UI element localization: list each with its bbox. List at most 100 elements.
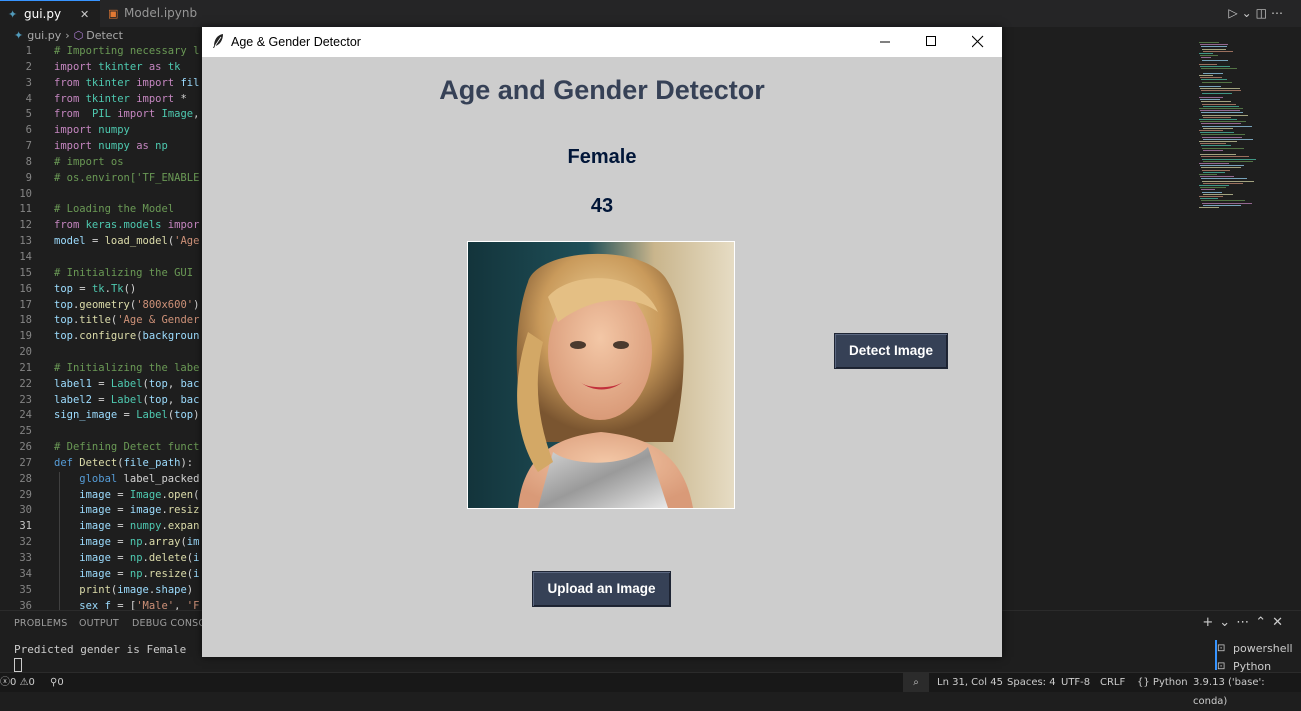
error-count: 0: [10, 677, 17, 688]
close-button[interactable]: [956, 27, 1002, 57]
code-line[interactable]: 23 label2 = Label(top, bac: [0, 393, 202, 409]
code-line[interactable]: 36 sex_f = ['Male', 'F: [0, 599, 202, 610]
ports-status[interactable]: ⚲0: [50, 673, 64, 692]
minimap[interactable]: [1195, 42, 1301, 212]
minimize-icon: [880, 41, 890, 43]
code-text: top = tk.Tk(): [54, 282, 137, 295]
terminal-list: ⊡ powershell ⊡ Python: [1215, 640, 1301, 676]
code-text: from PIL import Image,: [54, 108, 200, 121]
code-line[interactable]: 27 def Detect(file_path):: [0, 456, 202, 472]
indentation[interactable]: Spaces: 4: [1007, 673, 1056, 692]
tab-output[interactable]: OUTPUT: [79, 618, 119, 629]
line-number: 13: [19, 235, 32, 248]
code-line[interactable]: 24 sign_image = Label(top): [0, 408, 202, 424]
chevron-down-icon[interactable]: ⌄: [1242, 6, 1256, 20]
code-line[interactable]: 10: [0, 187, 202, 203]
window-titlebar[interactable]: Age & Gender Detector: [202, 27, 1002, 57]
code-line[interactable]: 29 image = Image.open(: [0, 488, 202, 504]
line-number: 25: [19, 425, 32, 438]
function-symbol-icon: ⬡: [73, 29, 84, 42]
warning-count: 0: [28, 677, 35, 688]
maximize-panel-icon[interactable]: ⌃: [1255, 615, 1272, 630]
line-number: 32: [19, 536, 32, 549]
line-number: 30: [19, 504, 32, 517]
code-line[interactable]: 12 from keras.models impor: [0, 218, 202, 234]
terminal-item-powershell[interactable]: ⊡ powershell: [1215, 640, 1301, 658]
code-line[interactable]: 15 # Initializing the GUI: [0, 266, 202, 282]
feather-icon: [213, 34, 223, 48]
code-text: # os.environ['TF_ENABLE: [54, 171, 200, 184]
code-line[interactable]: 21 # Initializing the labe: [0, 361, 202, 377]
code-line[interactable]: 25: [0, 424, 202, 440]
code-line[interactable]: 31 image = numpy.expan: [0, 519, 202, 535]
code-text: from tkinter import fil: [54, 76, 200, 89]
terminal-cursor: [14, 658, 22, 672]
code-line[interactable]: 4 from tkinter import *: [0, 92, 202, 108]
detect-image-button[interactable]: Detect Image: [834, 333, 948, 369]
code-line[interactable]: 16 top = tk.Tk(): [0, 282, 202, 298]
code-text: sex_f = ['Male', 'F: [54, 599, 200, 610]
code-line[interactable]: 34 image = np.resize(i: [0, 567, 202, 583]
close-tab-icon[interactable]: ✕: [80, 1, 89, 28]
code-line[interactable]: 18 top.title('Age & Gender: [0, 313, 202, 329]
line-number: 36: [19, 599, 32, 610]
more-icon[interactable]: ⋯: [1236, 615, 1255, 630]
code-line[interactable]: 6 import numpy: [0, 123, 202, 139]
terminal-name: powershell: [1233, 642, 1293, 655]
code-line[interactable]: 1 # Importing necessary l: [0, 44, 202, 60]
zoom-icon[interactable]: ⌕: [903, 673, 929, 692]
line-number: 23: [19, 393, 32, 406]
code-line[interactable]: 30 image = image.resiz: [0, 503, 202, 519]
language-mode[interactable]: {} Python: [1137, 673, 1188, 692]
code-text: # import os: [54, 155, 124, 168]
breadcrumb-symbol[interactable]: Detect: [86, 29, 123, 42]
cursor-position[interactable]: Ln 31, Col 45: [937, 673, 1003, 692]
problems-status[interactable]: ⓧ0 ⚠0: [0, 673, 35, 692]
tab-model-ipynb[interactable]: ▣ Model.ipynb: [100, 0, 200, 27]
add-terminal-icon[interactable]: +: [1202, 615, 1219, 630]
more-icon[interactable]: ⋯: [1271, 6, 1287, 20]
line-endings[interactable]: CRLF: [1100, 673, 1125, 692]
code-line[interactable]: 3 from tkinter import fil: [0, 76, 202, 92]
line-number: 26: [19, 441, 32, 454]
code-line[interactable]: 17 top.geometry('800x600'): [0, 298, 202, 314]
code-line[interactable]: 19 top.configure(backgroun: [0, 329, 202, 345]
code-line[interactable]: 20: [0, 345, 202, 361]
minimize-button[interactable]: [864, 27, 910, 57]
code-line[interactable]: 8 # import os: [0, 155, 202, 171]
python-file-icon: ✦: [8, 8, 18, 21]
tab-problems[interactable]: PROBLEMS: [14, 618, 67, 629]
tab-gui-py[interactable]: ✦ gui.py ✕: [0, 0, 100, 27]
code-editor[interactable]: 1 # Importing necessary l 2 import tkinter …: [0, 44, 202, 610]
code-text: image = np.resize(i: [54, 567, 200, 580]
python-interpreter[interactable]: 3.9.13 ('base': conda): [1193, 673, 1301, 711]
breadcrumb-file[interactable]: gui.py: [27, 29, 61, 42]
code-line[interactable]: 13 model = load_model('Age: [0, 234, 202, 250]
code-text: # Importing necessary l: [54, 45, 200, 57]
encoding[interactable]: UTF-8: [1061, 673, 1090, 692]
code-line[interactable]: 7 import numpy as np: [0, 139, 202, 155]
code-line[interactable]: 11 # Loading the Model: [0, 202, 202, 218]
code-line[interactable]: 22 label1 = Label(top, bac: [0, 377, 202, 393]
code-line[interactable]: 35 print(image.shape): [0, 583, 202, 599]
upload-image-button[interactable]: Upload an Image: [532, 571, 671, 607]
line-number: 27: [19, 456, 32, 469]
line-number: 21: [19, 361, 32, 374]
code-line[interactable]: 33 image = np.delete(i: [0, 551, 202, 567]
code-line[interactable]: 26 # Defining Detect funct: [0, 440, 202, 456]
run-icon[interactable]: ▷: [1228, 6, 1241, 20]
code-line[interactable]: 32 image = np.array(im: [0, 535, 202, 551]
line-number: 34: [19, 567, 32, 580]
line-number: 29: [19, 488, 32, 501]
code-line[interactable]: 9 # os.environ['TF_ENABLE: [0, 171, 202, 187]
code-line[interactable]: 14: [0, 250, 202, 266]
close-panel-icon[interactable]: ✕: [1272, 615, 1289, 630]
split-editor-icon[interactable]: ◫: [1256, 6, 1271, 20]
window-title: Age & Gender Detector: [231, 35, 361, 49]
chevron-down-icon[interactable]: ⌄: [1219, 615, 1236, 630]
code-line[interactable]: 5 from PIL import Image,: [0, 107, 202, 123]
code-line[interactable]: 28 global label_packed: [0, 472, 202, 488]
maximize-button[interactable]: [910, 27, 956, 57]
code-line[interactable]: 2 import tkinter as tk: [0, 60, 202, 76]
line-number: 15: [19, 266, 32, 279]
